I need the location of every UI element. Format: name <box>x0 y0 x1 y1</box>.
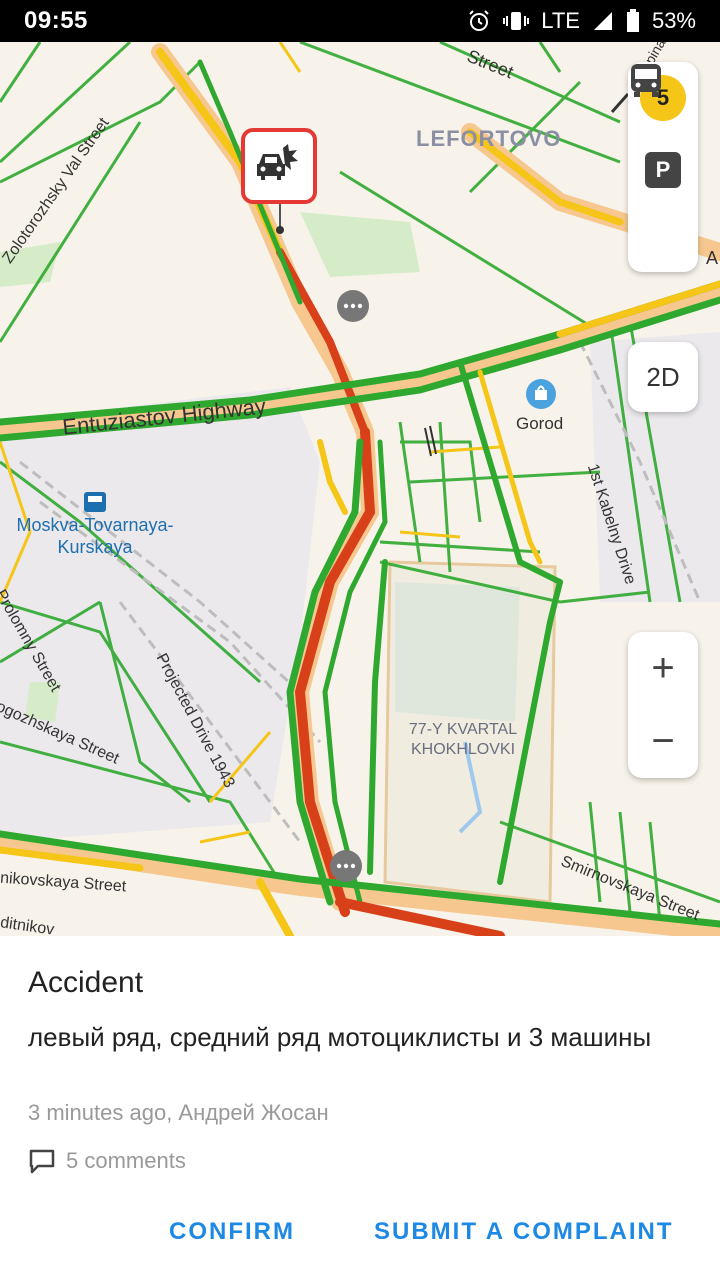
confirm-button[interactable]: CONFIRM <box>169 1218 295 1246</box>
view-mode-2d-button[interactable]: 2D <box>628 342 698 412</box>
network-type: LTE <box>541 8 580 33</box>
shopping-bag-icon[interactable] <box>526 379 556 409</box>
road-label-top-right: A <box>706 248 719 268</box>
comment-marker[interactable] <box>330 850 362 882</box>
area-label-line2: KHOKHLOVKI <box>410 741 516 758</box>
comments-link[interactable]: 5 comments <box>28 1148 186 1174</box>
submit-complaint-button[interactable]: SUBMIT A COMPLAINT <box>374 1218 674 1246</box>
area-label: 77-Y KVARTAL KHOKHLOVKI <box>400 720 526 760</box>
incident-description: левый ряд, средний ряд мотоциклисты и 3 … <box>28 1022 652 1052</box>
train-station-icon <box>84 492 106 512</box>
incident-card: Accident левый ряд, средний ряд мотоцикл… <box>0 936 720 1280</box>
parking-icon: P <box>645 152 681 188</box>
comment-marker[interactable] <box>337 290 369 322</box>
comments-count[interactable]: 5 comments <box>66 1148 186 1174</box>
battery-level: 53% <box>651 8 696 33</box>
zoom-in-button[interactable]: + <box>628 632 698 705</box>
station-label-line2: Kurskaya <box>57 537 133 557</box>
comment-icon <box>29 1149 55 1174</box>
poi-label-gorod[interactable]: Gorod <box>516 414 563 434</box>
transit-layer-button[interactable] <box>628 64 698 278</box>
map-view[interactable]: LEFORTOVO Entuziastov Highway Zolotorozh… <box>0 42 720 936</box>
incident-title: Accident <box>28 966 144 999</box>
alarm-icon <box>467 9 491 33</box>
station-label-line1: Moskva-Tovarnaya- <box>16 515 174 535</box>
status-bar: 09:55 LTE 53% <box>0 0 720 42</box>
station-label: Moskva-Tovarnaya- Kurskaya <box>0 514 190 558</box>
battery-icon <box>626 9 640 33</box>
district-label: LEFORTOVO <box>416 126 562 151</box>
parking-icon-label: P <box>655 157 671 182</box>
zoom-controls: + − <box>628 632 698 778</box>
vibrate-icon <box>503 9 530 33</box>
area-label-line1: 77-Y KVARTAL <box>408 721 518 738</box>
layers-panel: 5 P <box>628 62 698 272</box>
status-icons: LTE 53% <box>467 8 696 34</box>
zoom-out-button[interactable]: − <box>628 705 698 778</box>
signal-icon <box>592 10 614 32</box>
bus-icon <box>631 64 661 97</box>
map-canvas[interactable] <box>0 42 720 936</box>
parking-layer-button[interactable]: P <box>628 134 698 206</box>
status-time: 09:55 <box>24 7 88 34</box>
incident-meta: 3 minutes ago, Андрей Жосан <box>28 1100 329 1125</box>
